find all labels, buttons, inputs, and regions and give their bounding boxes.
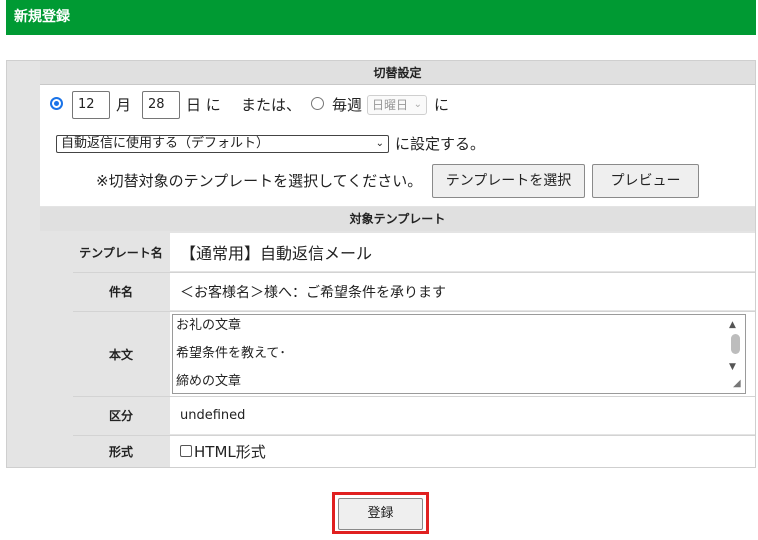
subject-value: ＜お客様名＞様へ：ご希望条件を承ります	[170, 273, 755, 310]
body-label: 本文	[73, 312, 169, 396]
template-name-value: 【通常用】自動返信メール	[170, 233, 755, 271]
month-input[interactable]: 12	[72, 91, 110, 119]
preview-button[interactable]: プレビュー	[592, 164, 699, 198]
select-template-button[interactable]: テンプレートを選択	[432, 164, 585, 198]
instruction-text: ※切替対象のテンプレートを選択してください。	[96, 172, 423, 190]
day-input[interactable]: 28	[142, 91, 180, 119]
set-label: に設定する。	[395, 135, 486, 153]
body-line: お礼の文章	[176, 318, 242, 333]
resize-handle-icon[interactable]: ◢	[733, 378, 741, 389]
category-label: 区分	[73, 397, 169, 434]
html-format-checkbox[interactable]	[180, 445, 192, 457]
body-line: 希望条件を教えて･	[176, 346, 286, 361]
or-label: または、	[241, 96, 302, 114]
category-value: undefined	[170, 397, 755, 434]
page-title: 新規登録	[6, 0, 756, 35]
weekday-select-value: 日曜日	[372, 98, 409, 112]
month-label: 月	[116, 96, 132, 114]
subject-label: 件名	[73, 273, 169, 310]
register-button[interactable]: 登録	[338, 498, 423, 530]
format-label: 形式	[73, 436, 169, 467]
date-radio[interactable]	[50, 97, 63, 110]
scroll-up-icon[interactable]: ▲	[729, 320, 736, 330]
switch-settings-heading: 切替設定	[40, 61, 755, 85]
scrollbar-thumb[interactable]	[731, 334, 740, 354]
target-template-heading: 対象テンプレート	[40, 207, 755, 231]
mode-select-value: 自動返信に使用する（デフォルト）	[61, 136, 270, 151]
html-format-label: HTML形式	[194, 443, 266, 461]
scroll-down-icon[interactable]: ▼	[729, 362, 736, 372]
day-label: 日 に	[186, 96, 221, 114]
template-name-label: テンプレート名	[73, 233, 169, 271]
weekly-label: 毎週	[332, 96, 363, 114]
chevron-down-icon: ⌄	[413, 99, 422, 110]
weekday-select[interactable]: 日曜日 ⌄	[367, 95, 427, 115]
weekly-radio[interactable]	[311, 97, 324, 110]
chevron-down-icon: ⌄	[375, 138, 384, 149]
ni-label: に	[434, 96, 450, 114]
body-line: 締めの文章	[176, 374, 242, 389]
mode-select[interactable]: 自動返信に使用する（デフォルト） ⌄	[56, 135, 389, 153]
